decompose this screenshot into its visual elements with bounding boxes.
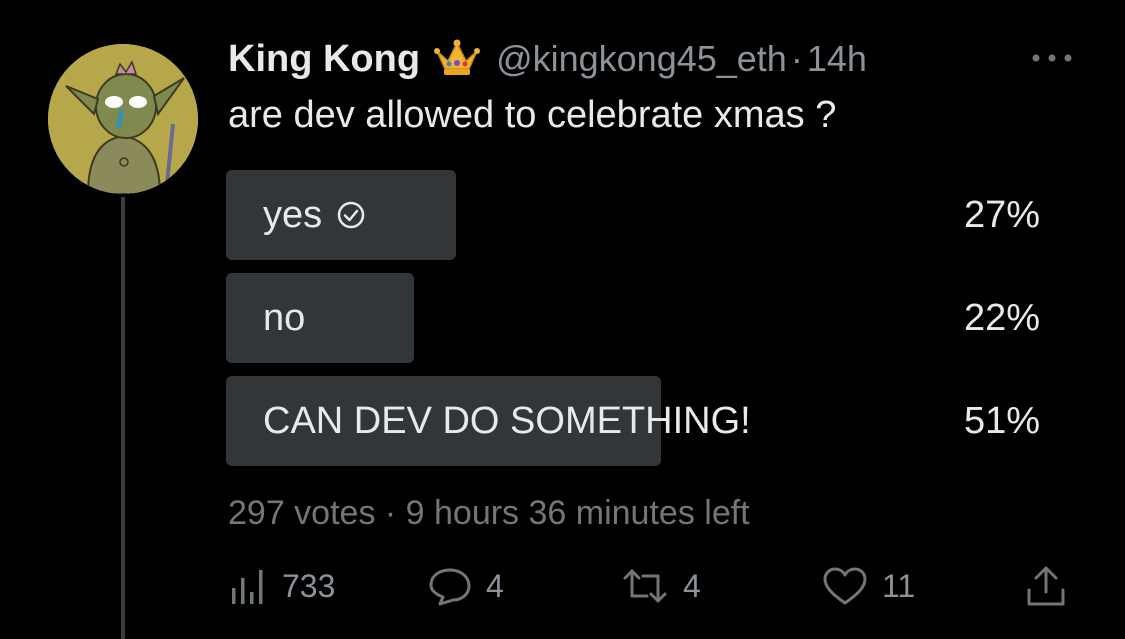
avatar[interactable] — [48, 44, 198, 194]
poll-option-yes[interactable]: yes 27% — [226, 170, 1046, 260]
poll-option-percent: 22% — [963, 296, 1040, 339]
author-handle[interactable]: @kingkong45_eth — [496, 38, 787, 80]
retweet-count: 4 — [683, 567, 701, 604]
thread-line — [121, 197, 125, 639]
checkmark-circle-icon — [337, 201, 365, 229]
poll-option-can-dev-do-something[interactable]: CAN DEV DO SOMETHING! 51% — [226, 376, 1046, 466]
tweet-text: are dev allowed to celebrate xmas ? — [228, 94, 837, 136]
like-button[interactable]: 11 — [822, 560, 915, 612]
poll-option-label: yes — [263, 193, 323, 236]
action-bar: 733 4 4 11 — [228, 560, 1078, 612]
poll: yes 27% no 22% CAN DEV DO SOMETHING! 51% — [226, 170, 1046, 479]
poll-bar — [226, 273, 414, 363]
views-button[interactable]: 733 — [230, 560, 335, 612]
reply-button[interactable]: 4 — [428, 560, 504, 612]
poll-option-percent: 51% — [963, 399, 1040, 442]
heart-icon — [823, 567, 867, 605]
poll-option-label: no — [263, 296, 306, 339]
retweet-button[interactable]: 4 — [621, 560, 701, 612]
poll-option-no[interactable]: no 22% — [226, 273, 1046, 363]
separator-dot: · — [790, 38, 803, 79]
timestamp[interactable]: 14h — [807, 38, 867, 80]
like-count: 11 — [882, 567, 916, 604]
more-options-icon[interactable] — [1030, 44, 1074, 72]
views-count: 733 — [282, 567, 336, 604]
poll-option-percent: 27% — [963, 193, 1040, 236]
crown-icon — [434, 39, 481, 75]
poll-meta: 297 votes · 9 hours 36 minutes left — [228, 494, 750, 532]
reply-icon — [429, 568, 471, 606]
reply-count: 4 — [486, 567, 504, 604]
share-button[interactable] — [1024, 560, 1082, 612]
share-icon — [1027, 566, 1065, 606]
tweet-header: King Kong @kingkong45_eth · 14h — [228, 34, 867, 84]
author-name[interactable]: King Kong — [228, 38, 420, 81]
analytics-icon — [232, 570, 263, 604]
goblin-avatar-image — [48, 44, 198, 194]
retweet-icon — [623, 569, 667, 603]
poll-option-label: CAN DEV DO SOMETHING! — [263, 399, 751, 442]
